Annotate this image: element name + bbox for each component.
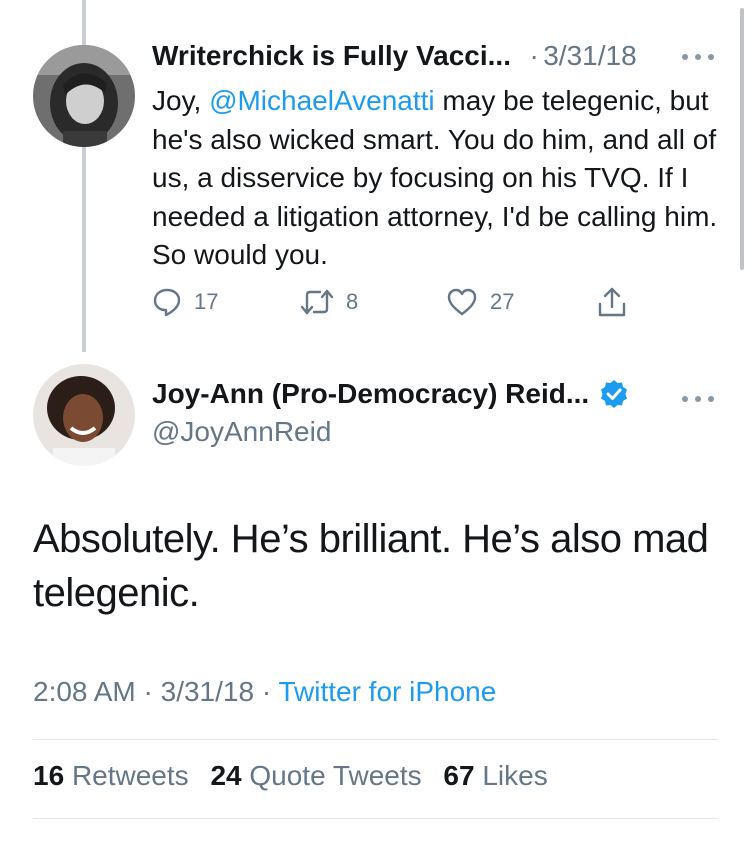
retweets-count: 16	[33, 760, 65, 791]
tweet-header: Joy-Ann (Pro-Democracy) Reid... @JoyAnnR…	[152, 378, 732, 458]
tweet-timestamp: 2:08 AM · 3/31/18 · Twitter for iPhone	[33, 676, 496, 708]
reply-date[interactable]: 3/31/18	[543, 40, 636, 71]
tweet-author-avatar[interactable]	[33, 364, 135, 466]
share-icon	[598, 287, 626, 317]
timestamp-separator-1: ·	[143, 676, 153, 707]
likes-count: 67	[443, 760, 475, 791]
reply-icon	[153, 288, 181, 317]
reply-author-name[interactable]: Writerchick is Fully Vacci...	[152, 40, 511, 71]
tweet-author-name[interactable]: Joy-Ann (Pro-Democracy) Reid...	[152, 378, 589, 410]
quote-tweets-stat[interactable]: 24 Quote Tweets	[210, 760, 421, 791]
more-options-icon[interactable]	[682, 392, 718, 406]
likes-stat[interactable]: 67 Likes	[443, 760, 547, 791]
reply-header: Writerchick is Fully Vacci... · 3/31/18	[152, 40, 732, 80]
likes-label: Likes	[482, 760, 548, 791]
heart-icon	[447, 288, 477, 316]
tweet-date[interactable]: 3/31/18	[161, 676, 254, 707]
mention-link[interactable]: @MichaelAvenatti	[209, 85, 435, 116]
reply-count: 17	[194, 289, 219, 314]
tweet-body: Absolutely. He’s brilliant. He’s also ma…	[33, 517, 709, 615]
quote-tweets-count: 24	[210, 760, 242, 791]
scrollbar[interactable]	[740, 8, 744, 270]
retweet-icon	[300, 289, 334, 315]
tweet-time[interactable]: 2:08 AM	[33, 676, 136, 707]
reply-button[interactable]: 17	[152, 282, 218, 322]
reply-separator: ·	[529, 40, 539, 71]
divider	[33, 818, 718, 819]
like-button[interactable]: 27	[446, 282, 514, 322]
tweet-author-handle[interactable]: @JoyAnnReid	[152, 416, 732, 448]
reply-text-before-mention: Joy,	[152, 85, 210, 116]
retweets-stat[interactable]: 16 Retweets	[33, 760, 189, 791]
reply-body: Joy, @MichaelAvenatti may be telegenic, …	[152, 82, 732, 275]
quote-tweets-label: Quote Tweets	[249, 760, 422, 791]
retweets-label: Retweets	[71, 760, 189, 791]
retweet-button[interactable]: 8	[300, 282, 358, 322]
retweet-count: 8	[346, 289, 359, 314]
divider	[33, 739, 718, 740]
reply-action-bar: 17 8 27	[152, 282, 642, 322]
share-button[interactable]	[596, 282, 640, 322]
tweet-source-link[interactable]: Twitter for iPhone	[278, 676, 496, 707]
verified-badge-icon	[601, 380, 628, 408]
tweet-name-row: Joy-Ann (Pro-Democracy) Reid...	[152, 378, 732, 410]
more-options-icon[interactable]	[682, 50, 718, 64]
timestamp-separator-2: ·	[261, 676, 272, 707]
tweet-stats: 16 Retweets 24 Quote Tweets 67 Likes	[33, 760, 548, 792]
like-count: 27	[490, 289, 515, 314]
reply-author-avatar[interactable]	[33, 45, 135, 147]
